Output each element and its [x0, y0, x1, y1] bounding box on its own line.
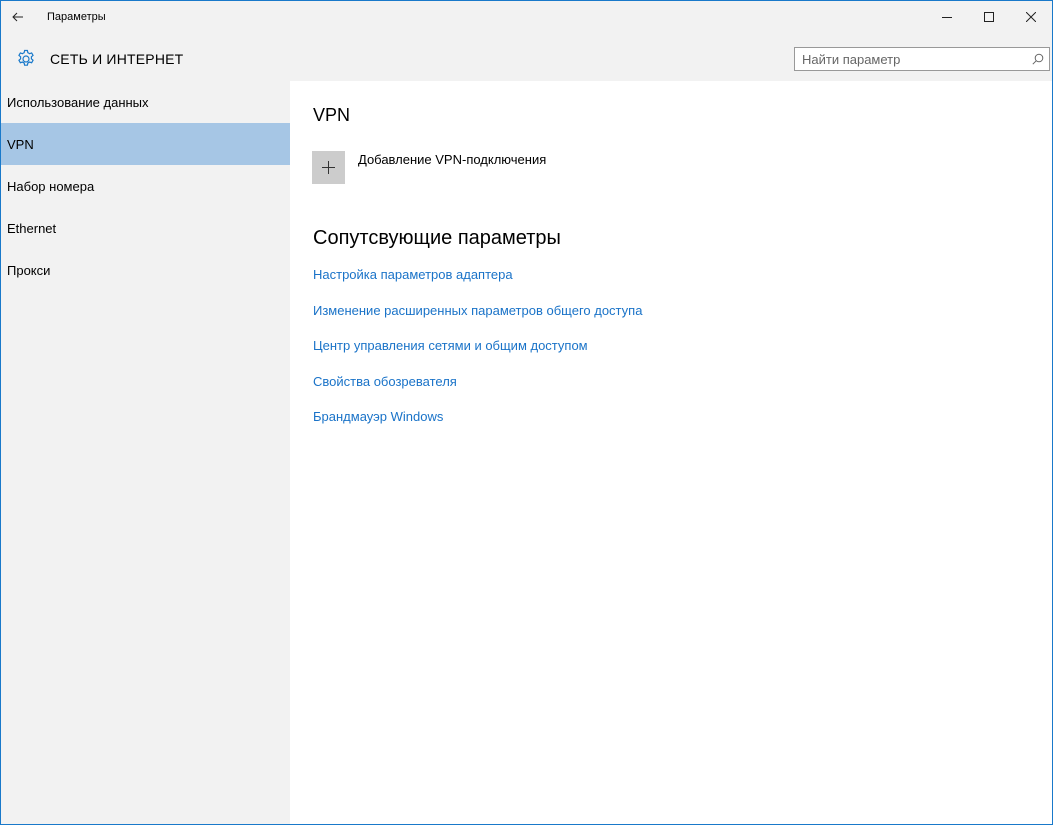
sidebar-item-label: Набор номера	[7, 178, 95, 194]
add-tile[interactable]	[312, 151, 345, 184]
related-links: Настройка параметров адаптера Изменение …	[313, 267, 642, 445]
close-button[interactable]	[1010, 1, 1052, 33]
title-bar: Параметры	[1, 1, 1052, 33]
sidebar-item-data-usage[interactable]: Использование данных	[1, 81, 290, 123]
link-internet-options[interactable]: Свойства обозревателя	[313, 374, 642, 410]
minimize-button[interactable]	[926, 1, 968, 33]
add-vpn-button[interactable]: Добавление VPN-подключения	[312, 151, 546, 184]
link-windows-firewall[interactable]: Брандмауэр Windows	[313, 409, 642, 445]
section-title: VPN	[313, 105, 351, 125]
sidebar-item-ethernet[interactable]: Ethernet	[1, 207, 290, 249]
link-advanced-sharing[interactable]: Изменение расширенных параметров общего …	[313, 303, 642, 339]
related-settings-title: Сопутсвующие параметры	[313, 227, 561, 249]
sidebar: Использование данных VPN Набор номера Et…	[1, 81, 290, 824]
sidebar-item-label: Прокси	[7, 262, 51, 278]
plus-icon	[322, 161, 335, 174]
add-vpn-label: Добавление VPN-подключения	[358, 152, 547, 167]
sidebar-item-vpn[interactable]: VPN	[1, 123, 290, 165]
minimize-icon	[942, 17, 952, 18]
search-box[interactable]	[794, 47, 1050, 71]
sidebar-item-dial-up[interactable]: Набор номера	[1, 165, 290, 207]
close-icon	[1026, 12, 1036, 22]
window-title: Параметры	[47, 11, 106, 23]
link-network-sharing-center[interactable]: Центр управления сетями и общим доступом	[313, 338, 642, 374]
search-icon[interactable]	[1027, 48, 1049, 70]
maximize-button[interactable]	[968, 1, 1010, 33]
sidebar-item-label: Использование данных	[7, 94, 149, 110]
window-controls	[926, 1, 1052, 33]
link-adapter-options[interactable]: Настройка параметров адаптера	[313, 267, 642, 303]
sidebar-item-label: Ethernet	[7, 220, 57, 236]
page-header: СЕТЬ И ИНТЕРНЕТ	[1, 39, 1052, 79]
maximize-icon	[984, 12, 994, 22]
search-input[interactable]	[795, 48, 1027, 70]
main-content: VPN Добавление VPN-подключения Сопутсвую…	[290, 81, 1052, 824]
back-arrow-icon	[12, 12, 23, 22]
back-button[interactable]	[3, 1, 33, 33]
gear-icon	[15, 48, 37, 70]
sidebar-item-label: VPN	[7, 136, 34, 152]
sidebar-item-proxy[interactable]: Прокси	[1, 249, 290, 291]
settings-window: Параметры СЕТЬ И ИНТЕРНЕТ Найти параметр…	[0, 0, 1053, 825]
page-title: СЕТЬ И ИНТЕРНЕТ	[50, 51, 184, 67]
